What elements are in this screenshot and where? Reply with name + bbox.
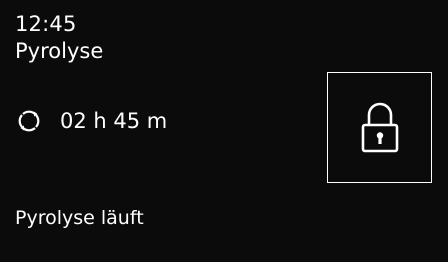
door-lock-button[interactable]: [327, 72, 432, 183]
padlock-icon: [359, 101, 401, 155]
status-message: Pyrolyse läuft: [15, 207, 144, 229]
program-name: Pyrolyse: [15, 39, 104, 63]
oven-display: 12:45 Pyrolyse 02 h 45 m Pyrolyse läuft: [0, 0, 448, 262]
duration-row: 02 h 45 m: [18, 106, 167, 136]
clock-time: 12:45: [15, 12, 77, 36]
cycle-icon: [18, 110, 40, 132]
remaining-duration: 02 h 45 m: [60, 109, 168, 133]
